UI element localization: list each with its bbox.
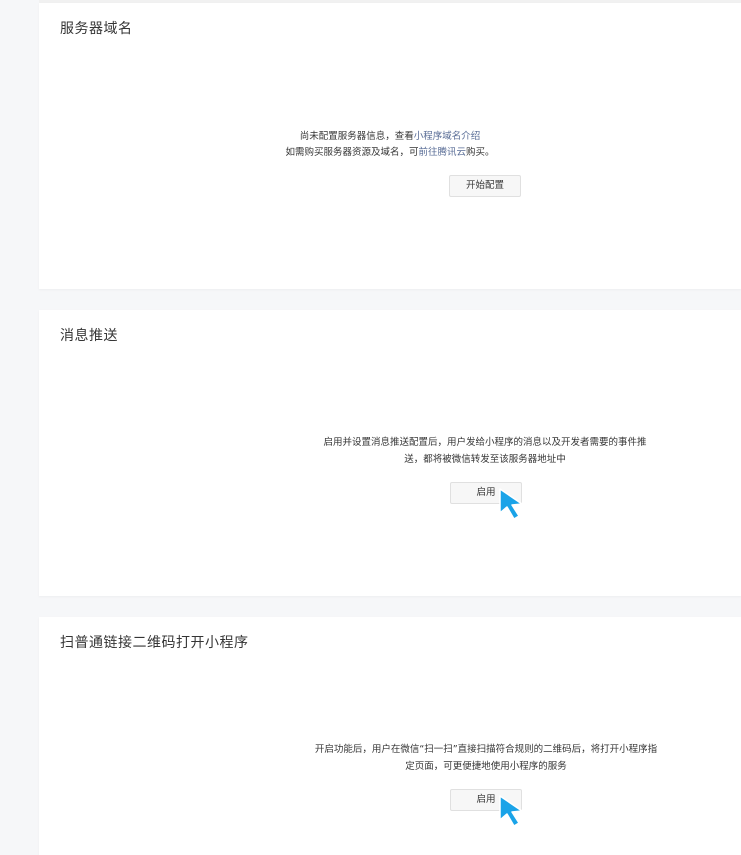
domain-intro-link[interactable]: 小程序域名介绍 — [414, 131, 481, 142]
start-config-button[interactable]: 开始配置 — [449, 175, 521, 197]
arrow-cursor-icon — [499, 795, 523, 827]
qrcode-title: 扫普通链接二维码打开小程序 — [60, 635, 249, 651]
server-domain-line1: 尚未配置服务器信息，查看小程序域名介绍 — [39, 128, 741, 145]
tencent-cloud-link[interactable]: 前往腾讯云 — [418, 147, 466, 158]
message-push-card: 消息推送 启用并设置消息推送配置后，用户发给小程序的消息以及开发者需要的事件推 … — [39, 310, 741, 596]
server-domain-title: 服务器域名 — [60, 21, 133, 37]
server-domain-line2: 如需购买服务器资源及域名，可前往腾讯云购买。 — [39, 144, 741, 161]
server-domain-line1-text: 尚未配置服务器信息，查看 — [299, 131, 414, 142]
server-domain-line2-suffix: 购买。 — [466, 147, 495, 158]
server-domain-card: 服务器域名 尚未配置服务器信息，查看小程序域名介绍 如需购买服务器资源及域名，可… — [39, 3, 741, 289]
qrcode-card: 扫普通链接二维码打开小程序 开启功能后，用户在微信“扫一扫”直接扫描符合规则的二… — [39, 617, 741, 855]
message-push-desc-line1: 启用并设置消息推送配置后，用户发给小程序的消息以及开发者需要的事件推 — [323, 437, 647, 448]
arrow-cursor-icon — [499, 488, 523, 520]
qrcode-desc-line1: 开启功能后，用户在微信“扫一扫”直接扫描符合规则的二维码后，将打开小程序指 — [314, 744, 658, 755]
message-push-title: 消息推送 — [60, 328, 118, 344]
server-domain-line2-text: 如需购买服务器资源及域名，可 — [285, 147, 419, 158]
message-push-desc-line2: 送，都将被微信转发至该服务器地址中 — [404, 454, 566, 465]
qrcode-desc-line2: 定页面，可更便捷地使用小程序的服务 — [405, 761, 567, 772]
